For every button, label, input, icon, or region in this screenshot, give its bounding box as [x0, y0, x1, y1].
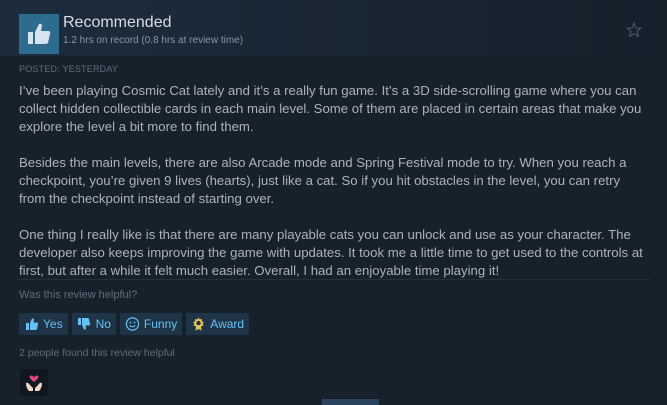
thumbs-up-icon	[24, 317, 39, 332]
feedback-buttons: Yes No Funny Award	[19, 313, 250, 335]
smiley-icon	[125, 317, 140, 332]
helpful-count: 2 people found this review helpful	[19, 347, 175, 359]
received-award-badge[interactable]	[20, 369, 48, 396]
yes-label: Yes	[43, 317, 63, 331]
review-verdict: Recommended	[63, 14, 172, 31]
review-hours: 1.2 hrs on record (0.8 hrs at review tim…	[63, 35, 244, 46]
award-label: Award	[210, 317, 245, 331]
award-icon	[191, 317, 206, 332]
funny-button[interactable]: Funny	[119, 313, 183, 335]
star-icon[interactable]	[626, 22, 642, 38]
review-paragraph: I’ve been playing Cosmic Cat lately and …	[19, 83, 642, 134]
no-button[interactable]: No	[71, 313, 116, 335]
recommended-thumb-box	[19, 14, 59, 54]
review-body: I’ve been playing Cosmic Cat lately and …	[19, 82, 649, 298]
thumbs-up-icon	[28, 23, 51, 44]
helpful-question: Was this review helpful?	[19, 289, 138, 301]
review-paragraph: One thing I really like is that there ar…	[19, 227, 643, 278]
review-header: Recommended 1.2 hrs on record (0.8 hrs a…	[0, 0, 667, 56]
posted-date: POSTED: YESTERDAY	[19, 64, 119, 74]
scroll-tab[interactable]	[322, 399, 379, 405]
funny-label: Funny	[143, 317, 178, 331]
divider	[19, 279, 649, 280]
award-button[interactable]: Award	[186, 313, 250, 335]
yes-button[interactable]: Yes	[19, 313, 68, 335]
thumbs-down-icon	[77, 317, 92, 332]
review-paragraph: Besides the main levels, there are also …	[19, 155, 627, 206]
heart-hands-icon	[26, 374, 42, 391]
no-label: No	[95, 317, 111, 331]
